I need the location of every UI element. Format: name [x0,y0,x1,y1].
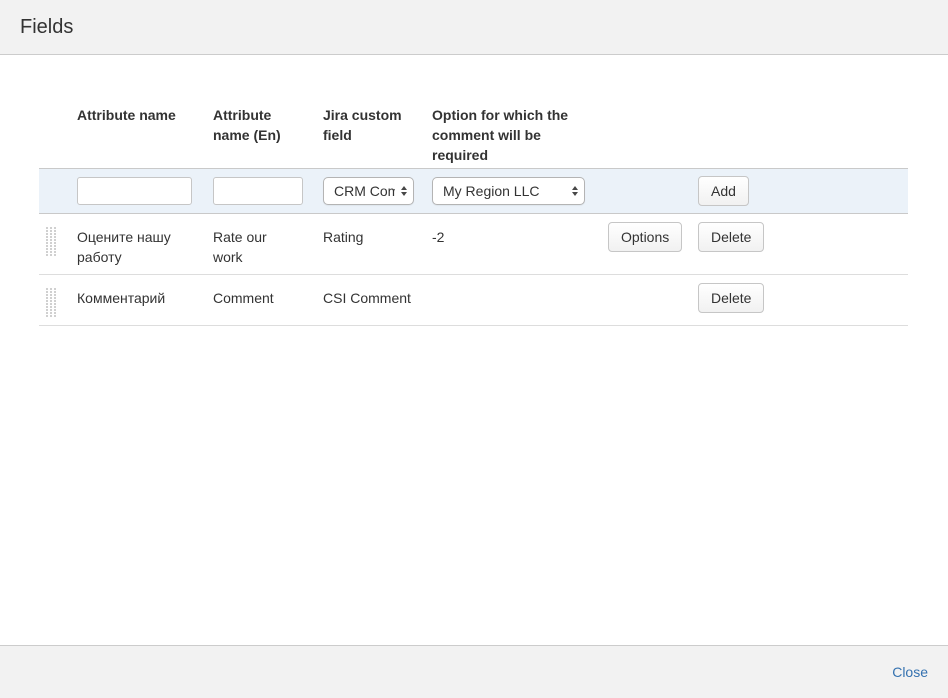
select-arrows-icon [401,186,407,196]
new-row-option-cell: My Region LLC [432,177,608,205]
jira-custom-field-select[interactable]: CRM Com [323,177,414,205]
attribute-name-input[interactable] [77,177,192,205]
column-header-options [608,105,698,168]
jira-custom-field-cell: CSI Comment [323,288,432,318]
option-selected-value: My Region LLC [443,183,540,199]
row-handle-cell [39,288,77,318]
option-cell: -2 [432,227,608,267]
fields-table: Attribute name Attribute name (En) Jira … [39,105,908,326]
jira-custom-field-cell: Rating [323,227,432,267]
column-header-attribute-name: Attribute name [77,105,213,168]
attribute-name-cell: Оцените нашу работу [77,227,213,267]
new-row-jira-custom-field-cell: CRM Com [323,177,432,205]
column-header-actions [698,105,908,168]
new-field-row: CRM Com My Region LLC [39,168,908,214]
options-cell [608,288,698,318]
actions-cell: Delete [698,288,908,318]
attribute-name-en-input[interactable] [213,177,303,205]
table-header-row: Attribute name Attribute name (En) Jira … [39,105,908,168]
new-row-actions-cell: Add [698,176,908,206]
add-button[interactable]: Add [698,176,749,206]
field-row: Комментарий Comment CSI Comment Delete [39,275,908,326]
actions-cell: Delete [698,227,908,267]
dialog-footer: Close [0,645,948,698]
new-row-attribute-name-en-cell [213,177,323,205]
delete-button[interactable]: Delete [698,222,764,252]
column-header-attribute-name-en: Attribute name (En) [213,105,323,168]
column-header-option-required: Option for which the comment will be req… [432,105,608,168]
options-button[interactable]: Options [608,222,682,252]
dialog-title: Fields [20,16,73,39]
drag-handle-icon[interactable] [46,227,58,257]
attribute-name-cell: Комментарий [77,288,213,318]
drag-handle-icon[interactable] [46,288,58,318]
attribute-name-en-cell: Comment [213,288,323,318]
options-cell: Options [608,227,698,267]
delete-button[interactable]: Delete [698,283,764,313]
jira-custom-field-selected-value: CRM Com [334,183,395,199]
option-select[interactable]: My Region LLC [432,177,585,205]
fields-dialog: Fields Attribute name Attribute name (En… [0,0,948,698]
select-arrows-icon [572,186,578,196]
option-cell [432,288,608,318]
field-row: Оцените нашу работу Rate our work Rating… [39,214,908,275]
dialog-header: Fields [0,0,948,55]
close-link[interactable]: Close [892,664,928,680]
row-handle-cell [39,227,77,267]
attribute-name-en-cell: Rate our work [213,227,323,267]
new-row-attribute-name-cell [77,177,213,205]
dialog-body: Attribute name Attribute name (En) Jira … [0,55,948,645]
handle-column-header [39,105,77,168]
column-header-jira-custom-field: Jira custom field [323,105,432,168]
